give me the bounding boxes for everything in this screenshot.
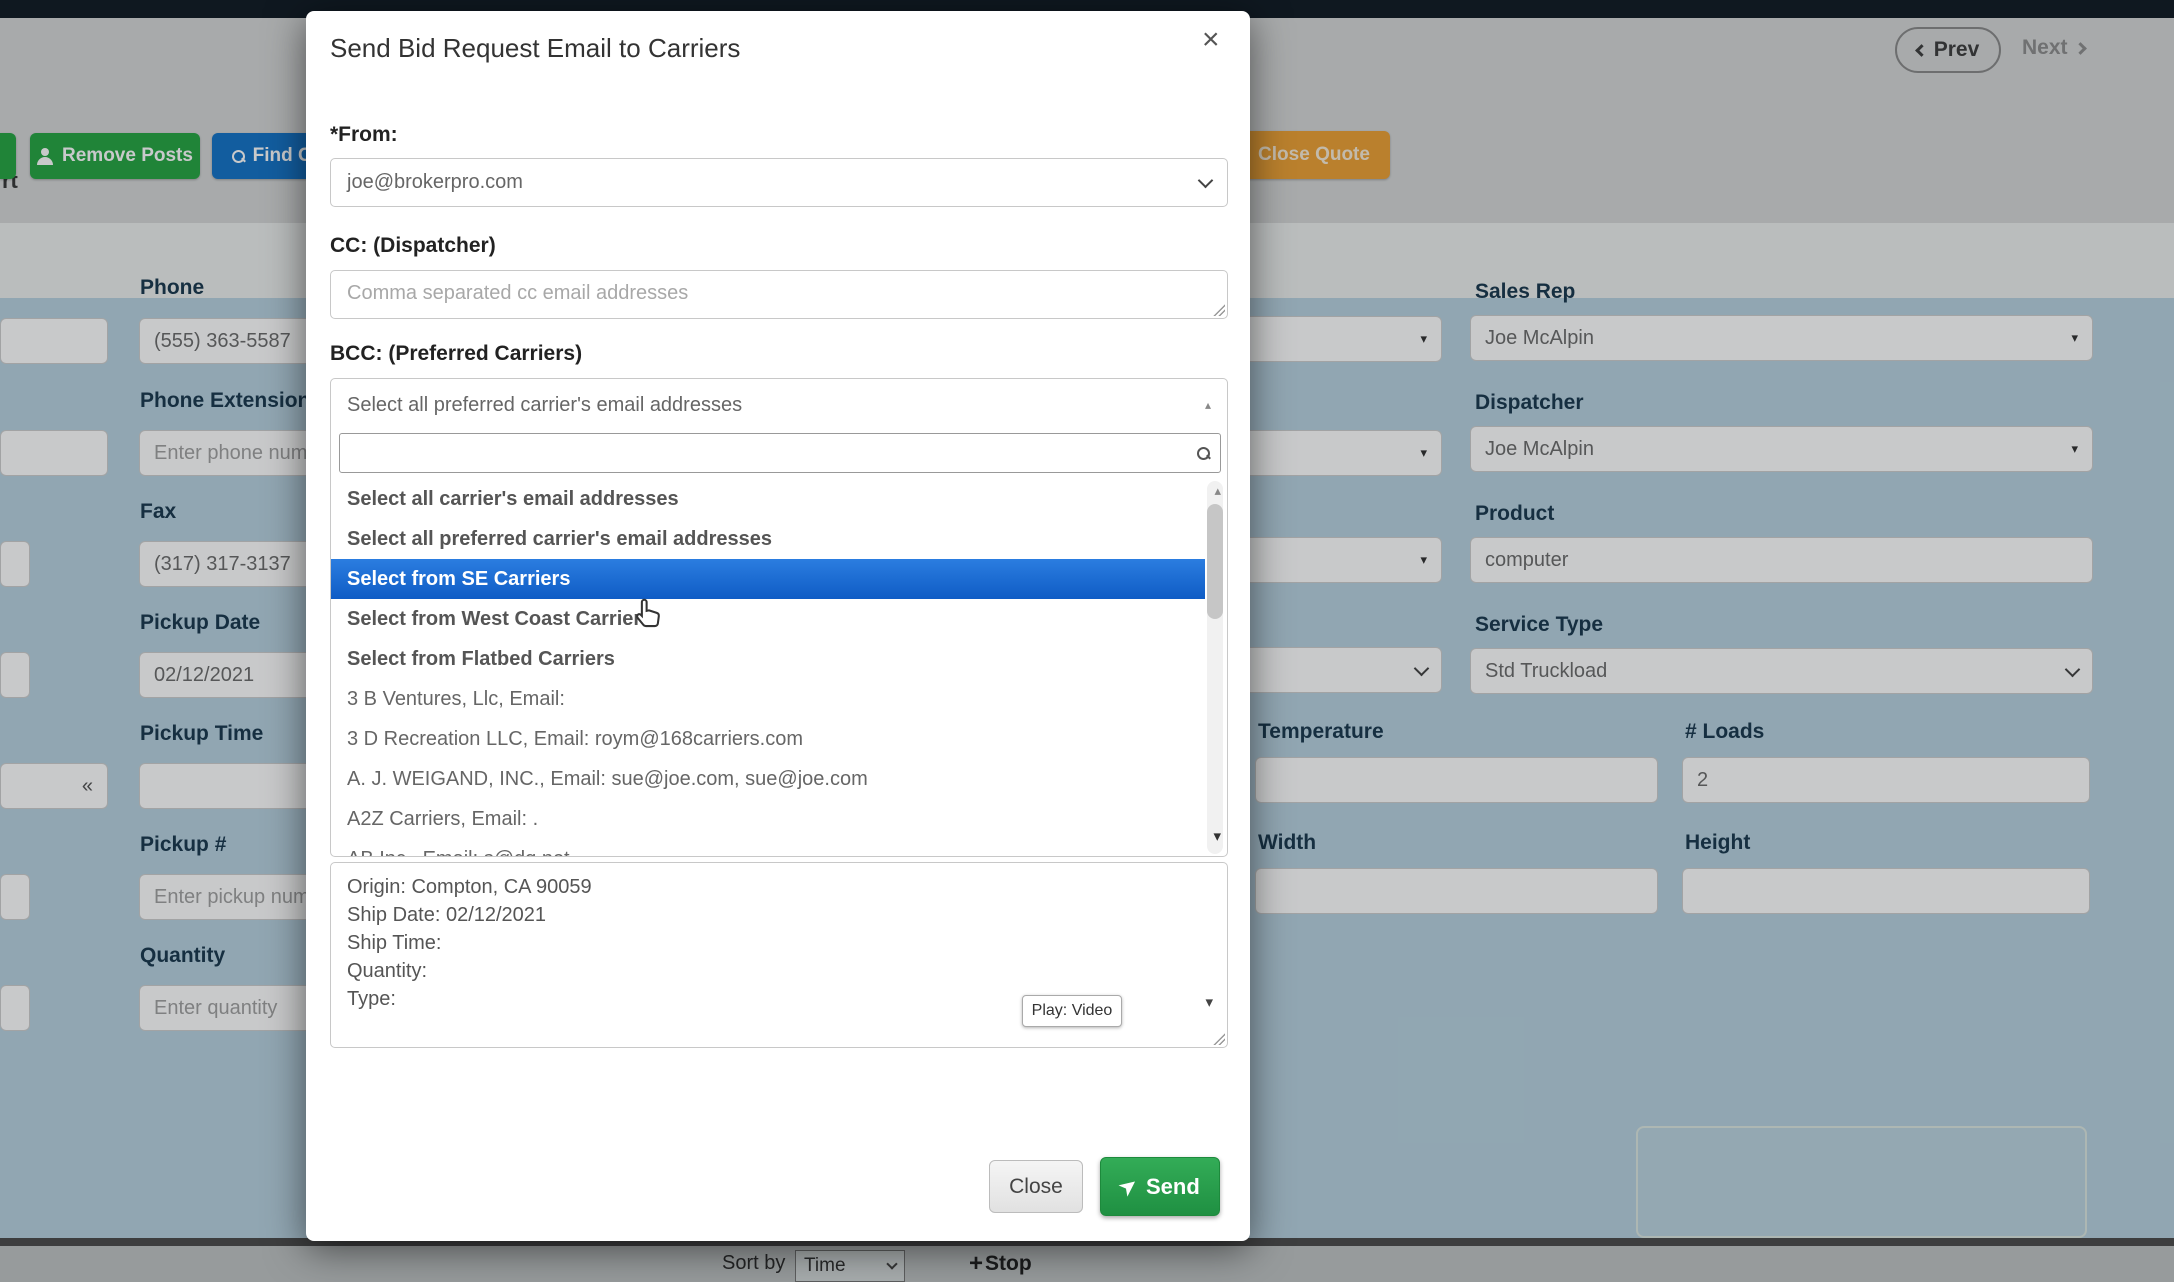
bcc-search-input[interactable] [350, 434, 1197, 472]
bcc-option-selected[interactable]: Select from SE Carriers [331, 559, 1205, 599]
scroll-up-icon[interactable]: ▴ [1214, 483, 1221, 499]
bcc-option[interactable]: Select all carrier's email addresses [331, 479, 1228, 519]
send-plane-icon: ➤ [1114, 1171, 1143, 1201]
bcc-option[interactable]: Select from Flatbed Carriers [331, 639, 1228, 679]
send-bid-request-modal: Send Bid Request Email to Carriers × *Fr… [306, 11, 1250, 1241]
close-icon[interactable]: × [1202, 25, 1220, 55]
modal-close-button[interactable]: Close [989, 1160, 1083, 1213]
scroll-down-icon[interactable]: ▾ [1213, 827, 1221, 845]
bcc-option[interactable]: Select all preferred carrier's email add… [331, 519, 1228, 559]
resize-grip-icon[interactable] [1212, 303, 1225, 316]
bcc-selected-display: Select all preferred carrier's email add… [347, 394, 742, 417]
message-line: Quantity: [347, 957, 1211, 985]
bcc-option-list: Select all carrier's email addresses Sel… [331, 479, 1228, 857]
cc-placeholder: Comma separated cc email addresses [347, 282, 688, 304]
modal-title: Send Bid Request Email to Carriers [330, 33, 740, 64]
cc-label: CC: (Dispatcher) [330, 234, 496, 258]
mouse-cursor-icon [630, 595, 668, 638]
arrow-up-icon: ▴ [1205, 398, 1211, 412]
play-video-tooltip: Play: Video [1022, 995, 1122, 1027]
bcc-option[interactable]: A2Z Carriers, Email: . [331, 799, 1228, 839]
bcc-option[interactable]: AB Inc., Email: s@dq.net [331, 839, 1228, 857]
scroll-down-icon[interactable]: ▾ [1205, 993, 1213, 1011]
cc-textarea[interactable]: Comma separated cc email addresses [330, 270, 1228, 319]
bcc-label: BCC: (Preferred Carriers) [330, 342, 582, 366]
bcc-option[interactable]: A. J. WEIGAND, INC., Email: sue@joe.com,… [331, 759, 1228, 799]
bcc-search-box [339, 433, 1221, 473]
from-value: joe@brokerpro.com [347, 171, 523, 194]
scrollbar-thumb[interactable] [1207, 504, 1223, 619]
resize-grip-icon[interactable] [1212, 1032, 1225, 1045]
bcc-dropdown-toggle[interactable]: Select all preferred carrier's email add… [331, 379, 1227, 431]
message-line: Ship Time: [347, 929, 1211, 957]
from-select[interactable]: joe@brokerpro.com [330, 158, 1228, 207]
search-icon [1197, 447, 1210, 460]
send-label: Send [1146, 1174, 1200, 1200]
bcc-dropdown: Select all preferred carrier's email add… [330, 378, 1228, 857]
from-label: *From: [330, 123, 398, 147]
bcc-option[interactable]: 3 D Recreation LLC, Email: roym@168carri… [331, 719, 1228, 759]
bcc-option[interactable]: Select from West Coast Carriers [331, 599, 1228, 639]
send-button[interactable]: ➤ Send [1100, 1157, 1220, 1216]
bcc-option[interactable]: 3 B Ventures, Llc, Email: [331, 679, 1228, 719]
chevron-down-icon [1198, 173, 1214, 189]
message-line: Origin: Compton, CA 90059 [347, 873, 1211, 901]
message-line: Ship Date: 02/12/2021 [347, 901, 1211, 929]
